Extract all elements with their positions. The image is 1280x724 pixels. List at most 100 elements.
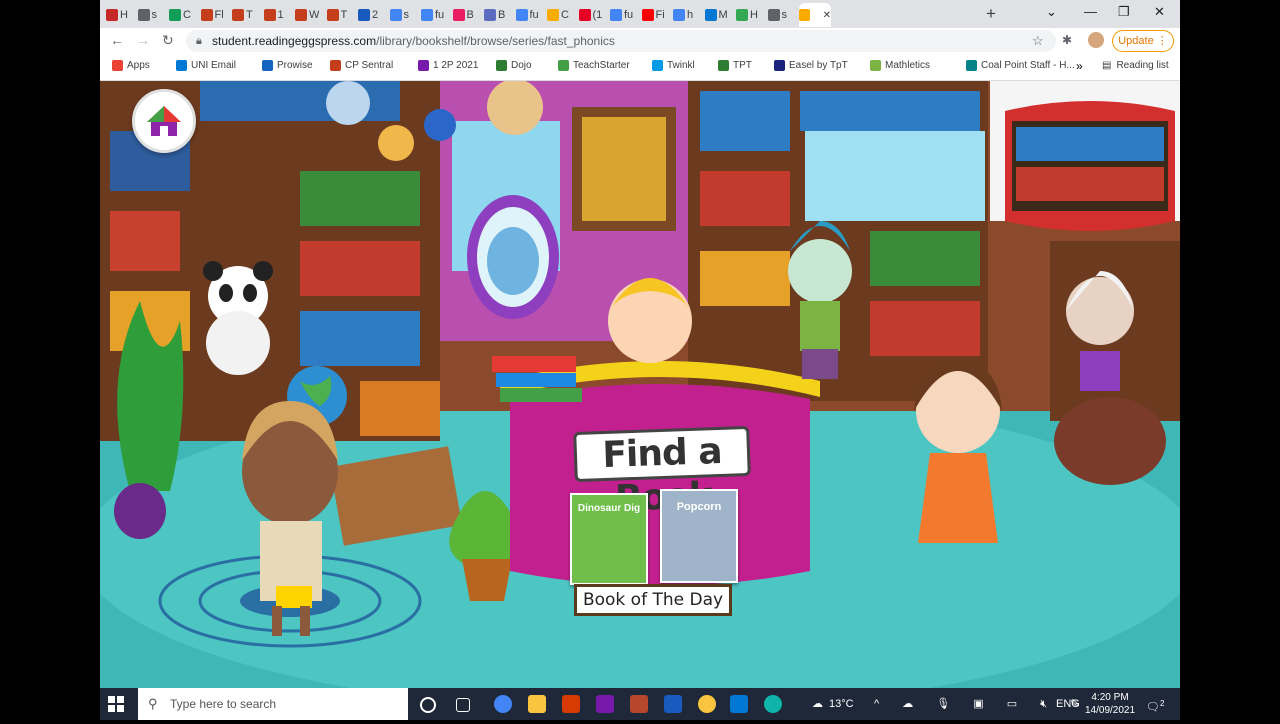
book-of-the-day-cover-1[interactable]: Dinosaur Dig — [570, 493, 648, 585]
bookmark-item[interactable]: 1 2P 2021 — [418, 60, 478, 71]
task-view-icon[interactable] — [456, 698, 470, 712]
browser-tab[interactable]: 1 — [263, 3, 290, 27]
powerpoint-icon — [263, 9, 276, 21]
apps-grid-icon — [112, 60, 123, 71]
powerpoint-icon — [330, 60, 341, 71]
extensions-icon[interactable]: ✱ — [1062, 33, 1072, 47]
browser-tab[interactable]: B — [452, 3, 479, 27]
browser-tab[interactable]: C — [169, 3, 195, 27]
weather-widget[interactable]: ☁ 13°C — [812, 688, 854, 720]
windows-taskbar: ⚲ Type here to search ☁ 13°C ^ ☁ 🎙︎ ▣ ▭ … — [100, 688, 1180, 720]
bookmark-item[interactable]: Easel by TpT — [774, 60, 848, 71]
powerpoint-icon — [200, 9, 213, 21]
reload-icon[interactable]: ↻ — [162, 32, 174, 49]
browser-tab[interactable]: 2 — [358, 3, 384, 27]
minimize-button[interactable]: — — [1084, 4, 1097, 19]
edge-icon[interactable] — [764, 695, 782, 713]
find-a-book-button[interactable]: Find a Book — [573, 425, 751, 520]
bookmark-item[interactable]: TeachStarter — [558, 60, 630, 71]
more-bookmarks-icon[interactable]: » — [1076, 59, 1083, 73]
download-icon[interactable] — [698, 695, 716, 713]
browser-tab[interactable]: fu — [515, 3, 542, 27]
new-tab-button[interactable]: + — [986, 4, 996, 24]
bookmark-item[interactable]: Coal Point Staff - H... — [966, 60, 1075, 71]
word-icon[interactable] — [664, 695, 682, 713]
close-tab-icon[interactable]: ✕ — [823, 10, 831, 21]
tpt-icon — [718, 60, 729, 71]
close-button[interactable]: ✕ — [1154, 4, 1165, 20]
tab-title: H — [120, 9, 128, 21]
browser-tab[interactable]: fu — [610, 3, 636, 27]
a-icon — [452, 9, 465, 21]
back-icon[interactable]: ← — [110, 32, 124, 48]
browser-tab[interactable]: s — [137, 3, 164, 27]
tab-title: s — [151, 9, 158, 21]
browser-tab[interactable]: C — [547, 3, 573, 27]
office-icon[interactable] — [562, 695, 580, 713]
clock[interactable]: 4:20 PM 14/09/2021 — [1085, 691, 1135, 717]
browser-tab[interactable]: T — [232, 3, 258, 27]
browser-tab[interactable]: T — [326, 3, 353, 27]
restore-button[interactable]: ❐ — [1118, 4, 1130, 20]
globe-icon — [767, 9, 780, 21]
search-icon: ⚲ — [148, 696, 158, 711]
browser-tab[interactable]: ✕ — [799, 3, 831, 27]
snipping-icon[interactable] — [630, 695, 648, 713]
bookmark-star-icon[interactable]: ☆ — [1032, 33, 1044, 49]
browser-tab[interactable]: Fl — [200, 3, 227, 27]
book-of-the-day-cover-2[interactable]: Popcorn — [660, 489, 738, 583]
bookmark-item[interactable]: Apps — [112, 60, 150, 71]
outlook-icon[interactable] — [730, 695, 748, 713]
tab-title: C — [561, 9, 569, 21]
browser-tab[interactable]: H — [736, 3, 762, 27]
book-of-the-day-label: Book of The Day — [574, 584, 732, 616]
tab-title: s — [403, 9, 410, 21]
tab-search-icon[interactable]: ⌄ — [1046, 4, 1057, 20]
forward-icon[interactable]: → — [136, 32, 150, 48]
bookmark-item[interactable]: Dojo — [496, 60, 532, 71]
address-bar[interactable]: 🔒︎ student.readingeggspress.com/library/… — [186, 30, 1056, 52]
powerpoint-icon — [232, 9, 244, 21]
tab-title: T — [340, 9, 348, 21]
browser-tab[interactable]: H — [106, 3, 132, 27]
browser-tab[interactable]: h — [673, 3, 699, 27]
browser-tab[interactable]: (1 — [578, 3, 605, 27]
tab-title: fu — [529, 9, 539, 21]
browser-tab[interactable]: Fi — [641, 3, 668, 27]
home-button[interactable] — [132, 89, 196, 153]
bookmark-item[interactable]: CP Sentral — [330, 60, 393, 71]
tab-title: fu — [435, 9, 445, 21]
browser-tab[interactable]: s — [389, 3, 416, 27]
cortana-icon[interactable] — [420, 697, 436, 713]
library-scene: Find a Book Dinosaur Dig Popcorn Book of… — [100, 81, 1180, 688]
notification-icon[interactable]: 🗨︎2 — [1146, 688, 1164, 720]
onenote-icon[interactable] — [596, 695, 614, 713]
taskbar-search-box[interactable]: ⚲ Type here to search — [138, 688, 408, 720]
browser-tab[interactable]: M — [704, 3, 731, 27]
tab-title: M — [718, 9, 728, 21]
bookmark-label: UNI Email — [191, 60, 237, 71]
tab-title: 2 — [372, 9, 379, 21]
windows-start-icon[interactable] — [108, 696, 124, 712]
language-indicator[interactable]: ENG — [1056, 688, 1080, 720]
bookmark-item[interactable]: Mathletics — [870, 60, 930, 71]
tab-title: (1 — [592, 9, 603, 21]
browser-tab[interactable]: fu — [421, 3, 447, 27]
reading-list-button[interactable]: ▤ Reading list — [1102, 60, 1169, 71]
file-explorer-icon[interactable] — [528, 695, 546, 713]
bookmark-label: Prowise — [277, 60, 313, 71]
chrome-icon[interactable] — [494, 695, 512, 713]
bookmark-item[interactable]: Prowise — [262, 60, 313, 71]
checkbox-icon — [736, 9, 748, 21]
bookmark-item[interactable]: TPT — [718, 60, 752, 71]
browser-tab[interactable]: W — [295, 3, 321, 27]
bookmark-item[interactable]: UNI Email — [176, 60, 236, 71]
home-icon — [147, 106, 181, 136]
teachstarter-icon — [558, 60, 569, 71]
avatar[interactable] — [1088, 32, 1104, 48]
globe-icon — [137, 9, 150, 21]
update-button[interactable]: Update ⋮ — [1112, 30, 1174, 52]
browser-tab[interactable]: s — [767, 3, 794, 27]
bookmark-item[interactable]: Twinkl — [652, 60, 695, 71]
browser-tab[interactable]: B — [484, 3, 510, 27]
